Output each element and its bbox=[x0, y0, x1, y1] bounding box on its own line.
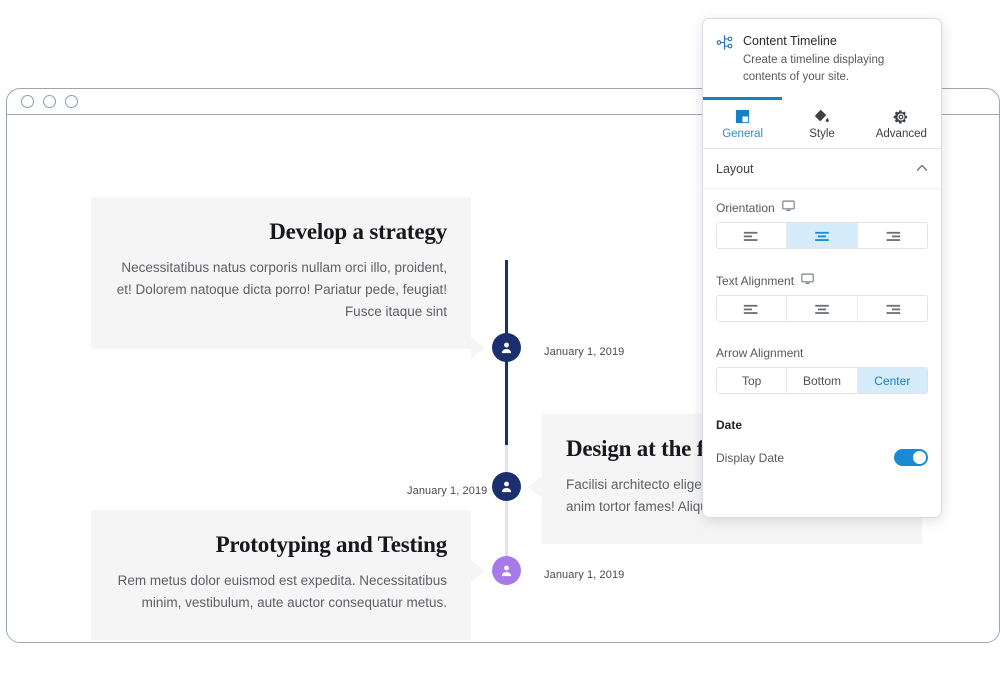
text-alignment-option-right[interactable] bbox=[858, 296, 927, 321]
card-pointer bbox=[528, 476, 542, 498]
orientation-label: Orientation bbox=[716, 201, 775, 215]
field-orientation: Orientation bbox=[703, 189, 941, 249]
person-icon bbox=[499, 479, 514, 494]
block-settings-panel: Content Timeline Create a timeline displ… bbox=[702, 18, 942, 518]
panel-title: Content Timeline bbox=[743, 34, 927, 48]
tab-advanced[interactable]: Advanced bbox=[862, 97, 941, 148]
timeline-date: January 1, 2019 bbox=[544, 569, 624, 581]
timeline-card-title: Develop a strategy bbox=[115, 219, 447, 245]
timeline-card-body: Necessitatibus natus corporis nullam orc… bbox=[115, 257, 447, 323]
field-text-alignment: Text Alignment bbox=[703, 262, 941, 322]
spacer bbox=[703, 249, 941, 262]
desktop-icon[interactable] bbox=[801, 273, 814, 288]
timeline-card[interactable]: Prototyping and Testing Rem metus dolor … bbox=[91, 510, 471, 640]
gear-icon bbox=[893, 108, 909, 125]
display-date-label: Display Date bbox=[716, 451, 784, 465]
arrow-alignment-segmented-control: Top Bottom Center bbox=[716, 367, 928, 394]
section-date: Date bbox=[703, 407, 941, 432]
arrow-alignment-label-row: Arrow Alignment bbox=[716, 346, 928, 360]
card-pointer bbox=[471, 337, 485, 359]
text-alignment-option-center[interactable] bbox=[787, 296, 857, 321]
toggle-knob bbox=[913, 451, 926, 464]
content-timeline-icon bbox=[715, 33, 734, 85]
tab-style[interactable]: Style bbox=[782, 97, 861, 148]
field-arrow-alignment: Arrow Alignment Top Bottom Center bbox=[703, 335, 941, 394]
orientation-option-left[interactable] bbox=[717, 223, 787, 248]
text-alignment-option-left[interactable] bbox=[717, 296, 787, 321]
timeline-card[interactable]: Develop a strategy Necessitatibus natus … bbox=[91, 197, 471, 349]
text-alignment-segmented-control bbox=[716, 295, 928, 322]
arrow-alignment-label: Arrow Alignment bbox=[716, 346, 803, 360]
text-alignment-label-row: Text Alignment bbox=[716, 273, 928, 288]
spacer bbox=[703, 322, 941, 335]
window-dot-3[interactable] bbox=[65, 95, 78, 108]
section-layout-header[interactable]: Layout bbox=[703, 149, 941, 189]
timeline-date: January 1, 2019 bbox=[544, 346, 624, 358]
timeline-card-body: Rem metus dolor euismod est expedita. Ne… bbox=[115, 570, 447, 614]
timeline-date: January 1, 2019 bbox=[407, 485, 467, 497]
spacer bbox=[703, 394, 941, 407]
tab-advanced-label: Advanced bbox=[876, 128, 927, 140]
tab-style-label: Style bbox=[809, 128, 835, 140]
row-display-date: Display Date bbox=[703, 439, 941, 466]
arrow-alignment-option-center[interactable]: Center bbox=[858, 368, 927, 393]
window-dot-2[interactable] bbox=[43, 95, 56, 108]
timeline-node[interactable] bbox=[492, 472, 521, 501]
section-date-label-row: Date bbox=[716, 418, 928, 432]
timeline-card-title: Prototyping and Testing bbox=[115, 532, 447, 558]
panel-tabs: General Style Advanced bbox=[703, 97, 941, 149]
person-icon bbox=[499, 563, 514, 578]
screenshot-root: Develop a strategy Necessitatibus natus … bbox=[0, 0, 1000, 673]
section-layout-label: Layout bbox=[716, 162, 754, 176]
desktop-icon[interactable] bbox=[782, 200, 795, 215]
arrow-alignment-option-bottom[interactable]: Bottom bbox=[787, 368, 857, 393]
tab-general-label: General bbox=[722, 128, 763, 140]
text-alignment-label: Text Alignment bbox=[716, 274, 794, 288]
section-date-label: Date bbox=[716, 418, 742, 432]
panel-header: Content Timeline Create a timeline displ… bbox=[703, 19, 941, 97]
orientation-segmented-control bbox=[716, 222, 928, 249]
panel-subtitle: Create a timeline displaying contents of… bbox=[743, 52, 927, 85]
arrow-alignment-option-top[interactable]: Top bbox=[717, 368, 787, 393]
card-pointer bbox=[471, 560, 485, 582]
window-dot-1[interactable] bbox=[21, 95, 34, 108]
chevron-up-icon[interactable] bbox=[916, 163, 928, 175]
orientation-label-row: Orientation bbox=[716, 200, 928, 215]
orientation-option-right[interactable] bbox=[858, 223, 927, 248]
timeline-node[interactable] bbox=[492, 556, 521, 585]
paint-bucket-icon bbox=[813, 108, 830, 125]
display-date-toggle[interactable] bbox=[894, 449, 928, 466]
person-icon bbox=[499, 340, 514, 355]
tab-general[interactable]: General bbox=[703, 97, 782, 148]
general-square-icon bbox=[735, 108, 750, 125]
orientation-option-center[interactable] bbox=[787, 223, 857, 248]
timeline-node[interactable] bbox=[492, 333, 521, 362]
